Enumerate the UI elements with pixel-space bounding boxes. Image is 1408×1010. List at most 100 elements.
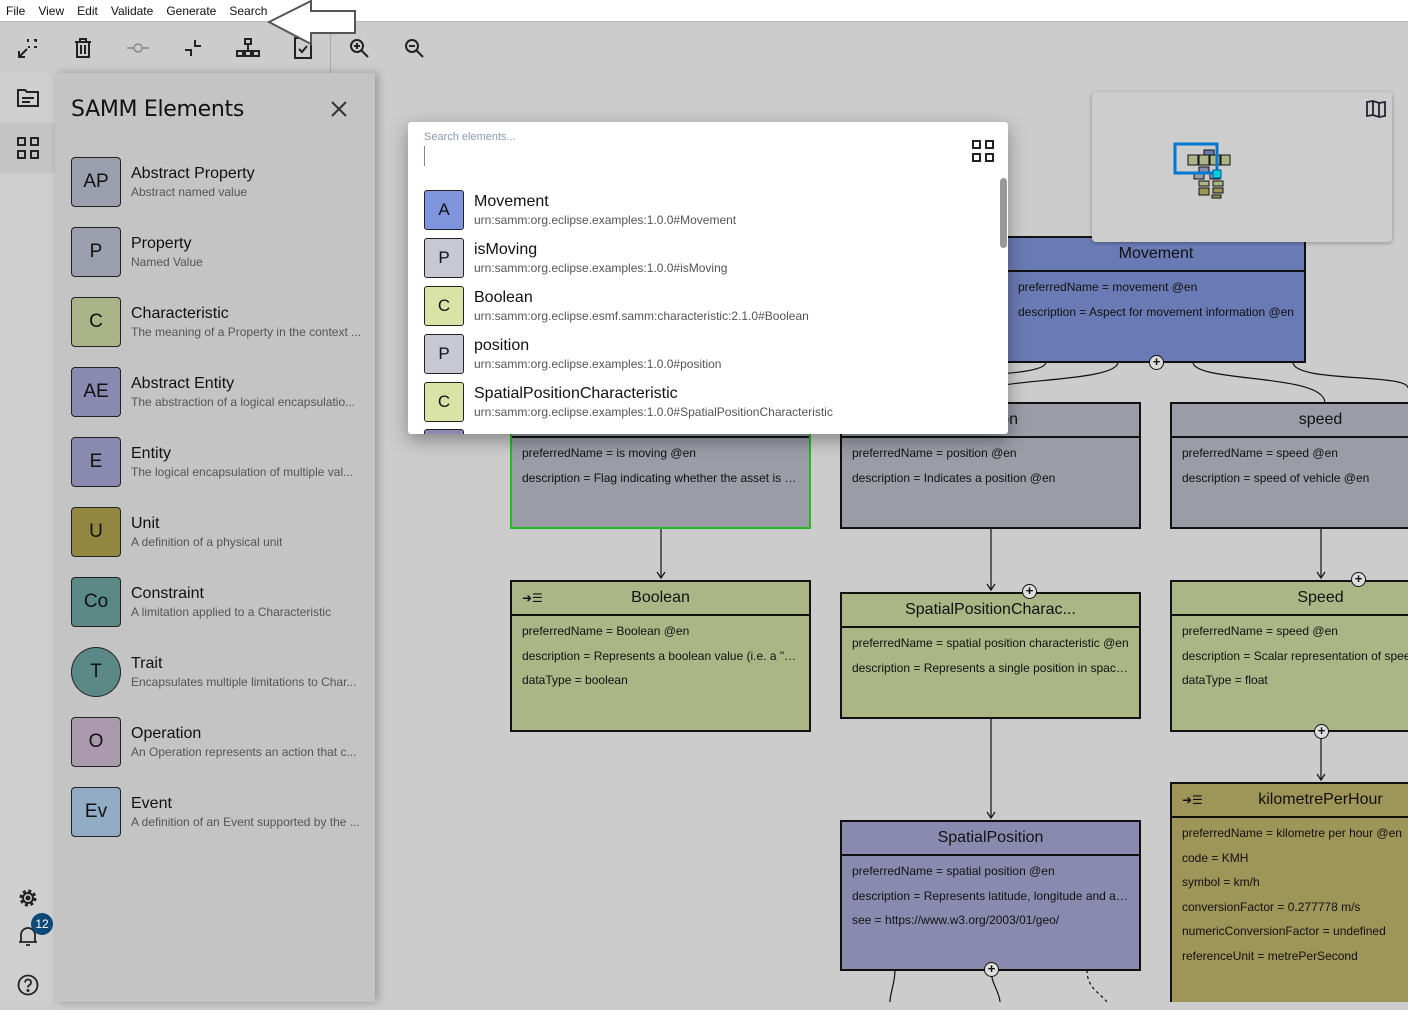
node-kilometreperhour[interactable]: ➜☰ kilometrePerHour preferredName = kilome… [1170,782,1408,1002]
element-item-event[interactable]: Ev Event A definition of an Event supporte… [71,787,371,837]
connect-button[interactable] [110,22,165,73]
element-item-characteristic[interactable]: C Characteristic The meaning of a Property… [71,297,371,347]
expand-plus-icon[interactable]: + [1022,584,1037,599]
expand-plus-icon[interactable]: + [984,962,999,977]
node-property: preferredName = kilometre per hour @en [1182,826,1402,840]
fit-to-screen-button[interactable] [0,22,55,73]
search-result[interactable]: Pposition urn:samm:org.eclipse.examples:1… [424,333,721,375]
search-result[interactable]: C SpatialPositionCharacteristic urn:samm:o… [424,381,833,423]
node-property: preferredName = spatial position @en [852,864,1055,878]
menu-file[interactable]: File [6,4,25,18]
format-layout-icon [235,37,260,57]
search-result[interactable]: A Movement urn:samm:org.eclipse.examples:1… [424,189,736,231]
result-name: position [474,337,530,354]
node-speed[interactable]: speed preferredName = speed @en descriptio… [1170,402,1408,529]
node-header: Speed [1172,582,1408,616]
element-badge: T [71,647,121,697]
menu-view[interactable]: View [38,4,64,18]
element-item-constraint[interactable]: Co Constraint A limitation applied to a Ch… [71,577,371,627]
element-description: Encapsulates multiple limitations to Cha… [131,675,357,689]
node-property: dataType = float [1182,673,1268,687]
predefined-icon: ➜☰ [522,591,543,605]
delete-button[interactable] [55,22,110,73]
element-item-abstract-property[interactable]: AP Abstract Property Abstract named value [71,157,371,207]
node-title: SpatialPosition [937,829,1044,846]
panel-title: SAMM Elements [71,97,245,122]
node-property: preferredName = speed @en [1182,624,1338,638]
result-urn: urn:samm:org.eclipse.examples:1.0.0#isMo… [474,261,728,275]
result-name: Boolean [474,289,533,306]
node-property: description = Represents a boolean value… [522,648,799,663]
search-result-partial[interactable] [424,428,464,434]
rail-elements-button[interactable] [0,123,55,173]
menu-search[interactable]: Search [229,4,267,18]
element-description: A definition of a physical unit [131,535,283,549]
expand-plus-icon[interactable]: + [1149,355,1164,370]
element-item-abstract-entity[interactable]: AE Abstract Entity The abstraction of a lo… [71,367,371,417]
node-property: description = Flag indicating whether th… [522,470,799,485]
node-spatialposition[interactable]: SpatialPosition preferredName = spatial p… [840,820,1141,971]
node-property: see = https://www.w3.org/2003/01/geo/ [852,913,1060,927]
expand-plus-icon[interactable]: + [1351,572,1366,587]
rail-workspace-button[interactable] [0,73,55,123]
element-description: The abstraction of a logical encapsulati… [131,395,356,409]
node-title: speed [1298,411,1343,428]
result-badge: P [424,334,464,374]
node-title: Boolean [631,589,690,606]
expand-plus-icon[interactable]: + [1314,724,1329,739]
notifications-badge: 12 [31,913,53,935]
element-badge: O [71,717,121,767]
close-icon[interactable] [327,97,351,121]
node-boolean[interactable]: ➜☰ Boolean preferredName = Boolean @en desc… [510,580,811,732]
element-item-operation[interactable]: O Operation An Operation represents an act… [71,717,371,767]
collapse-button[interactable] [165,22,220,73]
element-item-trait[interactable]: T Trait Encapsulates multiple limitations … [71,647,371,697]
menu-generate[interactable]: Generate [166,4,216,18]
grid-icon [16,137,39,159]
node-property: conversionFactor = 0.277778 m/s [1182,899,1361,914]
map-icon[interactable] [1366,100,1386,118]
search-input[interactable] [424,146,944,166]
node-movement[interactable]: Movement preferredName = movement @en desc… [1006,236,1306,363]
node-property: description = Represents a single positi… [852,660,1129,675]
search-result[interactable]: PisMoving urn:samm:org.eclipse.examples:1… [424,237,727,279]
element-name: Trait [131,655,163,672]
result-badge: C [424,286,464,326]
node-property: dataType = boolean [522,673,628,687]
element-description: Named Value [131,255,203,269]
node-speed[interactable]: Speed preferredName = speed @en descriptio… [1170,580,1408,732]
node-title: Movement [1118,245,1194,262]
node-header: SpatialPositionCharac... [842,594,1139,628]
element-item-entity[interactable]: E Entity The logical encapsulation of mult… [71,437,371,487]
zoom-out-icon [404,38,424,58]
node-spatialpositioncharac[interactable]: SpatialPositionCharac... preferredName = … [840,592,1141,719]
notifications-button[interactable]: 12 [0,911,55,961]
fit-to-screen-icon [17,38,37,58]
node-header: ➜☰ kilometrePerHour [1172,784,1408,818]
node-property: description = Indicates a position @en [852,470,1056,485]
gear-icon [19,889,36,907]
search-result[interactable]: C Boolean urn:samm:org.eclipse.esmf.samm:c… [424,285,809,327]
node-title: kilometrePerHour [1258,791,1383,808]
element-name: Abstract Entity [131,375,235,392]
document-icon [16,89,39,107]
left-rail: 12 [0,73,55,1002]
menu-edit[interactable]: Edit [77,4,98,18]
menu-validate[interactable]: Validate [111,4,153,18]
minimap[interactable] [1092,92,1392,242]
results-scrollbar[interactable] [1000,178,1007,248]
node-property: description = Represents latitude, longi… [852,888,1129,903]
result-name: isMoving [474,241,538,258]
help-button[interactable] [0,960,55,1010]
grid-icon[interactable] [972,140,994,162]
result-urn: urn:samm:org.eclipse.examples:1.0.0#Move… [474,213,737,227]
node-property: description = Aspect for movement inform… [1018,304,1294,319]
minimap-preview [1173,142,1231,199]
node-header: speed [1172,404,1408,438]
delete-icon [74,37,91,58]
element-item-property[interactable]: P Property Named Value [71,227,371,277]
result-name: Movement [474,193,549,210]
element-item-unit[interactable]: U Unit A definition of a physical unit [71,507,371,557]
zoom-out-button[interactable] [386,22,441,73]
result-urn: urn:samm:org.eclipse.esmf.samm:character… [474,309,809,323]
